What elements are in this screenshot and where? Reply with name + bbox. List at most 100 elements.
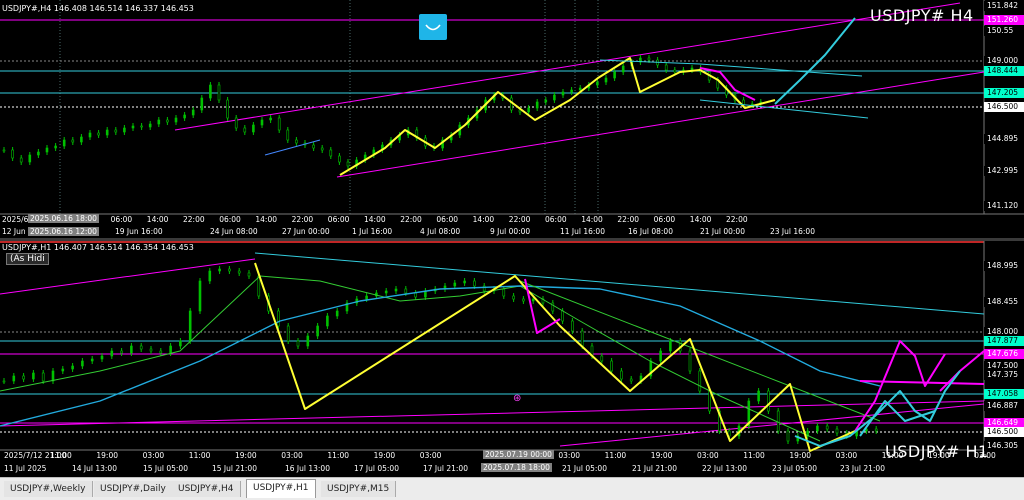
candle-body <box>453 282 457 287</box>
tab-h4[interactable]: USDJPY#,H4 <box>172 481 241 497</box>
candle-body <box>252 124 255 133</box>
candle-body <box>45 147 49 153</box>
candle-body <box>613 71 616 79</box>
candle-body <box>404 288 408 294</box>
time-tick: 22:00 <box>400 215 422 224</box>
candle-body <box>688 350 692 372</box>
candle-body <box>2 149 6 152</box>
tab-weekly[interactable]: USDJPY#,Weekly <box>4 481 93 497</box>
candle-body <box>621 65 625 73</box>
candle-body <box>22 375 25 380</box>
candle-body <box>159 350 163 354</box>
candle-body <box>90 358 94 362</box>
candle-body <box>81 360 84 367</box>
candle-body <box>776 410 780 432</box>
time-tick: 11:00 <box>881 451 904 460</box>
candle-body <box>110 350 114 357</box>
candle-body <box>188 310 192 342</box>
candle-body <box>338 155 341 163</box>
time-tick: 19:00 <box>373 451 396 460</box>
candle-body <box>149 348 153 352</box>
candle-body <box>200 97 204 111</box>
chart-pane-h4[interactable]: USDJPY#,H4 146.408 146.514 146.337 146.4… <box>0 0 1024 238</box>
time-tick: 22:00 <box>291 215 314 224</box>
time-tick: 24 Jun 08:00 <box>210 227 258 236</box>
tab-h1[interactable]: USDJPY#,H1 <box>246 479 316 498</box>
price-label: 141.120 <box>984 201 1024 211</box>
price-label: 147.205 <box>984 88 1024 98</box>
time-tick: 23 Jul 21:00 <box>840 464 885 473</box>
tab-daily[interactable]: USDJPY#,Daily <box>94 481 173 497</box>
candle-body <box>169 345 172 354</box>
h1-crosshair-time-box-2: 2025.07.18 18:00 <box>481 463 552 472</box>
price-label: 149.000 <box>984 56 1024 66</box>
candle-body <box>767 390 770 412</box>
candle-body <box>673 69 677 73</box>
candle-body <box>320 147 324 151</box>
time-tick: 14:00 <box>364 215 386 224</box>
price-label: 147.676 <box>984 349 1024 359</box>
h1-chart-canvas[interactable] <box>0 241 1024 477</box>
app-logo-icon <box>419 14 447 40</box>
time-tick: 1 Jul 16:00 <box>352 227 393 236</box>
time-tick: 22:00 <box>617 215 640 224</box>
candle-body <box>329 149 333 157</box>
candle-body <box>120 350 123 354</box>
h4-chart-canvas[interactable] <box>0 0 1024 238</box>
candle-body <box>277 310 280 327</box>
price-label: 148.455 <box>984 297 1024 307</box>
candle-body <box>247 272 251 277</box>
candle-body <box>708 390 711 412</box>
chart-pane-h1[interactable]: USDJPY#,H1 146.407 146.514 146.354 146.4… <box>0 241 1024 477</box>
price-label: 144.895 <box>984 134 1024 144</box>
candle-body <box>37 151 40 156</box>
candle-body <box>2 380 6 383</box>
candle-body <box>166 119 169 123</box>
time-tick: 23 Jul 05:00 <box>772 464 817 473</box>
time-tick: 22:00 <box>726 215 748 224</box>
time-tick: 11:00 <box>327 451 350 460</box>
candle-body <box>260 119 264 126</box>
candle-body <box>825 425 829 430</box>
candle-body <box>335 310 339 317</box>
candle-body <box>553 94 556 101</box>
candle-body <box>414 292 417 298</box>
time-tick: 06:00 <box>327 215 350 224</box>
time-tick: 06:00 <box>653 215 676 224</box>
tab-m15[interactable]: USDJPY#,M15 <box>321 481 397 497</box>
candle-body <box>620 370 623 380</box>
time-tick: 11:00 <box>50 451 72 460</box>
candle-body <box>580 330 584 347</box>
indicator-label[interactable]: (As Hidi <box>6 253 49 265</box>
candle-body <box>100 355 104 360</box>
candle-body <box>114 129 118 133</box>
candle-body <box>61 368 65 372</box>
time-tick: 19:00 <box>928 451 950 460</box>
time-tick: 06:00 <box>545 215 567 224</box>
trend-line <box>264 139 321 156</box>
candle-body <box>237 270 241 274</box>
time-tick: 19:00 <box>96 451 119 460</box>
candle-body <box>473 280 476 287</box>
price-label: 146.500 <box>984 102 1024 112</box>
candle-body <box>198 280 202 312</box>
candle-body <box>326 315 329 327</box>
candle-body <box>346 161 350 167</box>
candle-body <box>757 390 760 402</box>
candle-body <box>157 119 161 125</box>
candle-body <box>698 370 702 392</box>
time-tick: 14:00 <box>472 215 495 224</box>
time-tick: 11:00 <box>604 451 627 460</box>
trend-line <box>599 59 863 77</box>
candle-body <box>561 91 565 96</box>
time-tick: 2025/6 <box>2 215 29 224</box>
time-tick: 03:00 <box>142 451 165 460</box>
time-tick: 03:00 <box>835 451 858 460</box>
time-tick: 27 Jun 00:00 <box>282 227 330 236</box>
candle-body <box>218 268 221 272</box>
h1-crosshair-time-box: 2025.07.19 00:00 <box>483 450 554 459</box>
chart-marker-icon: ⊛ <box>513 393 522 404</box>
candle-body <box>139 345 143 350</box>
h4-symbol-label: USDJPY# H4 <box>870 6 974 25</box>
candle-body <box>629 378 633 382</box>
